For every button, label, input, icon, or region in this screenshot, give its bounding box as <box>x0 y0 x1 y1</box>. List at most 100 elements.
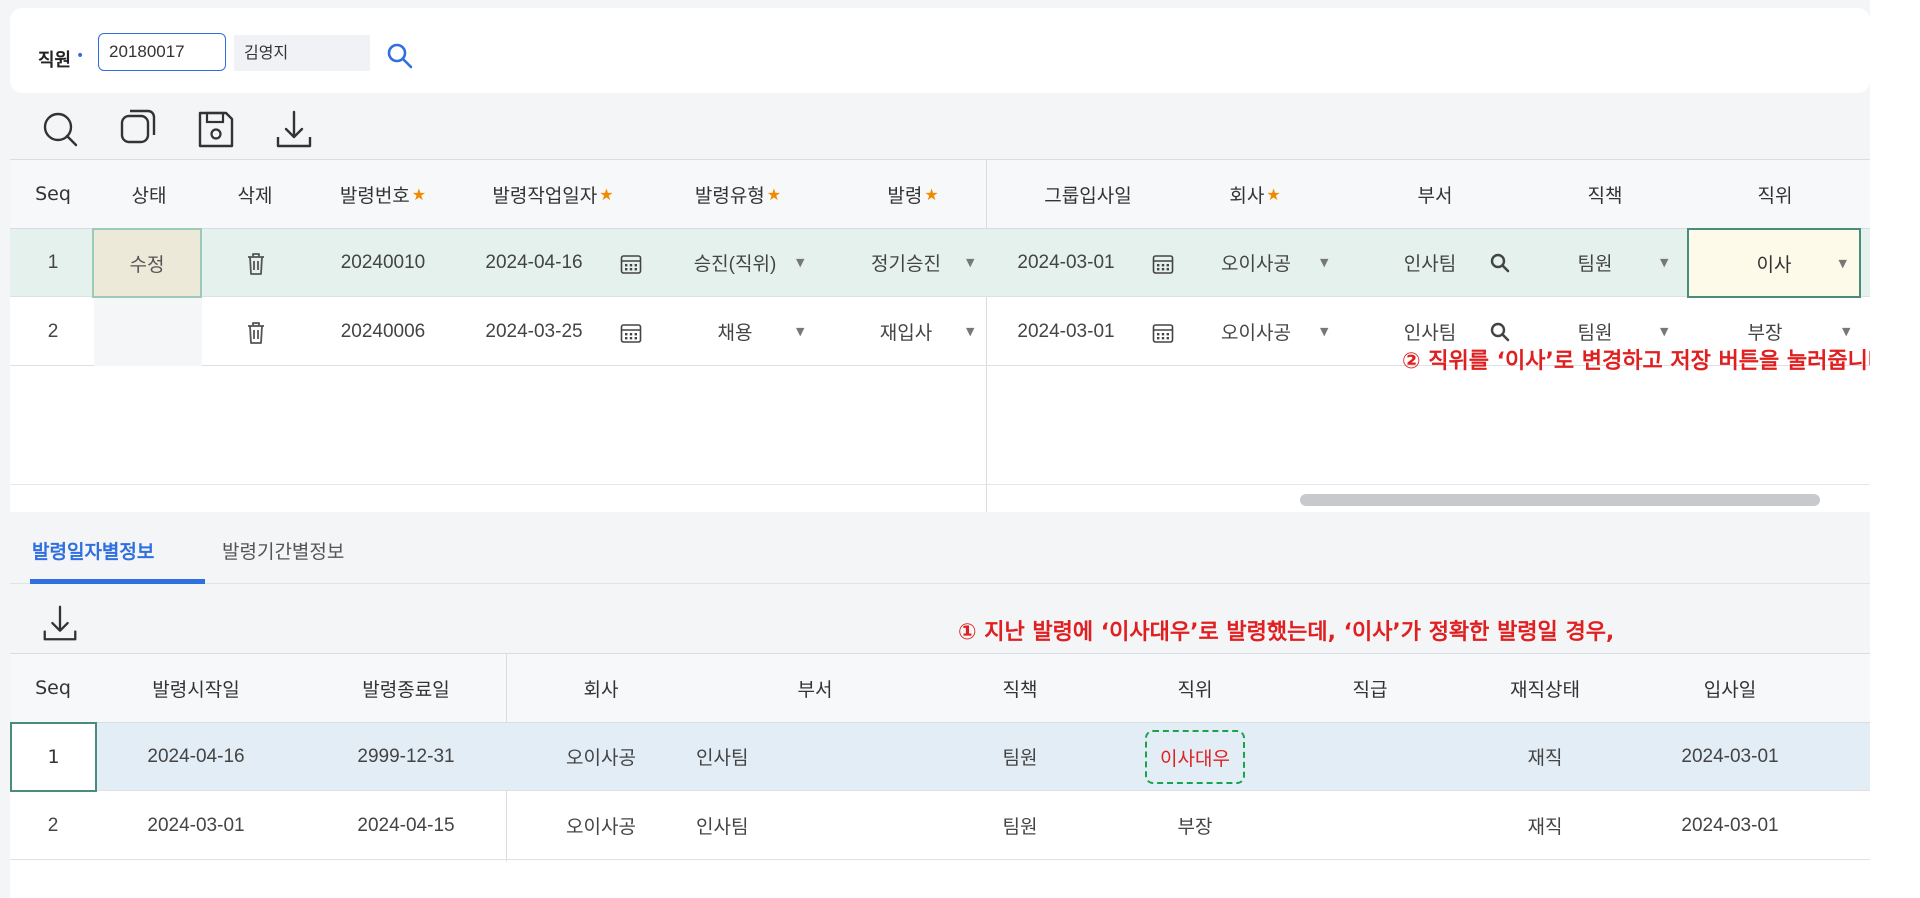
highlighted-position-cell[interactable]: 이사대우 <box>1145 730 1245 784</box>
cell-order[interactable]: 재입사 <box>846 298 966 365</box>
chevron-down-icon[interactable]: ▼ <box>796 256 804 269</box>
search-panel: 직원 • 20180017 김영지 <box>10 8 1870 93</box>
calendar-icon[interactable] <box>1152 253 1174 275</box>
cell-duty[interactable]: 팀원 <box>950 792 1090 859</box>
chevron-down-icon[interactable]: ▼ <box>1660 325 1668 338</box>
page-margin <box>1870 0 1920 898</box>
chevron-down-icon[interactable]: ▼ <box>1320 256 1328 269</box>
download-icon[interactable] <box>274 108 314 152</box>
cell-position[interactable]: 부장 <box>1125 792 1265 859</box>
cell-order-type[interactable]: 승진(직위) <box>670 229 800 296</box>
cell-seq: 2 <box>47 320 59 342</box>
main-content: 직원 • 20180017 김영지 Seq 상태 삭제 발령번호 ★ 발령작업일… <box>0 0 1870 898</box>
header-duty: 직책 <box>1587 184 1623 207</box>
cell-order-no[interactable]: 20240006 <box>308 298 458 365</box>
header-company: 회사 ★ <box>1229 184 1281 207</box>
chevron-down-icon[interactable]: ▼ <box>1660 256 1668 269</box>
cell-emp-status[interactable]: 재직 <box>1465 792 1625 859</box>
header-company: 회사 <box>583 678 619 701</box>
cell-seq: 2 <box>47 814 59 836</box>
cell-order-work-date[interactable]: 2024-04-16 <box>464 229 604 296</box>
cell-company[interactable]: 오이사공 <box>1196 298 1316 365</box>
cell-duty[interactable]: 팀원 <box>1540 229 1650 296</box>
header-dept: 부서 <box>797 678 833 701</box>
header-group-join-date: 그룹입사일 <box>1044 184 1132 207</box>
employee-name-field: 김영지 <box>234 35 370 71</box>
trash-icon[interactable] <box>246 252 266 276</box>
save-icon[interactable] <box>196 108 236 152</box>
cell-duty[interactable]: 팀원 <box>950 723 1090 790</box>
download-icon[interactable] <box>40 603 80 645</box>
cell-seq: 1 <box>47 251 59 273</box>
app-root: 직원 • 20180017 김영지 Seq 상태 삭제 발령번호 ★ 발령작업일… <box>0 0 1920 898</box>
annotation-step-2: ② 직위를 ‘이사’로 변경하고 저장 버튼을 눌러줍니다. <box>1402 349 1870 374</box>
cell-group-join-date[interactable]: 2024-03-01 <box>996 229 1136 296</box>
frozen-column-divider <box>986 484 987 512</box>
cell-seq-selected[interactable]: 1 <box>10 722 97 792</box>
header-dept: 부서 <box>1417 184 1453 207</box>
table-row[interactable]: 1 수정 20240010 2024-04-16 승진(직위) ▼ 정기승진 ▼… <box>10 228 1870 298</box>
cell-dept[interactable]: 인사팀 <box>696 723 856 790</box>
header-join-date: 입사일 <box>1703 678 1757 701</box>
chevron-down-icon[interactable]: ▼ <box>1839 257 1847 270</box>
horizontal-scrollbar-thumb[interactable] <box>1300 494 1820 506</box>
cell-end-date[interactable]: 2024-04-15 <box>306 792 506 859</box>
cell-group-join-date[interactable]: 2024-03-01 <box>996 298 1136 365</box>
cell-emp-status[interactable]: 재직 <box>1465 723 1625 790</box>
header-order: 발령 ★ <box>887 184 939 207</box>
header-order-work-date: 발령작업일자 ★ <box>492 184 614 207</box>
chevron-down-icon[interactable]: ▼ <box>796 325 804 338</box>
cell-order-work-date[interactable]: 2024-03-25 <box>464 298 604 365</box>
tab-order-by-period[interactable]: 발령기간별정보 <box>222 537 344 564</box>
order-history-grid: Seq 발령시작일 발령종료일 회사 부서 직책 직위 직급 재직상태 입사일 … <box>10 653 1870 898</box>
annotation-step-1: ① 지난 발령에 ‘이사대우’로 발령했는데, ‘이사’가 정확한 발령일 경우… <box>958 620 1615 645</box>
cell-status[interactable]: 수정 <box>92 228 202 298</box>
header-position: 직위 <box>1757 184 1793 207</box>
calendar-icon[interactable] <box>620 253 642 275</box>
employee-id-input[interactable]: 20180017 <box>98 33 226 71</box>
copy-icon[interactable] <box>118 108 158 152</box>
cell-end-date[interactable]: 2999-12-31 <box>306 723 506 790</box>
search-icon[interactable] <box>40 108 80 152</box>
search-icon[interactable] <box>1490 253 1510 273</box>
cell-grade[interactable] <box>1300 792 1440 859</box>
chevron-down-icon[interactable]: ▼ <box>1842 325 1850 338</box>
cell-order[interactable]: 정기승진 <box>846 229 966 296</box>
cell-position-selected[interactable]: 이사 ▼ <box>1687 228 1861 298</box>
chevron-down-icon[interactable]: ▼ <box>1320 325 1328 338</box>
search-icon[interactable] <box>386 42 414 70</box>
header-grade: 직급 <box>1352 678 1388 701</box>
table-row[interactable]: 2 2024-03-01 2024-04-15 오이사공 인사팀 팀원 부장 재… <box>10 792 1870 860</box>
header-seq: Seq <box>35 677 71 699</box>
calendar-icon[interactable] <box>1152 322 1174 344</box>
header-position: 직위 <box>1177 678 1213 701</box>
table-row[interactable]: 1 2024-04-16 2999-12-31 오이사공 인사팀 팀원 이사대우… <box>10 722 1870 792</box>
order-grid-header: Seq 상태 삭제 발령번호 ★ 발령작업일자 ★ 발령유형 ★ 발령 ★ 그룹입사일 … <box>10 160 1870 229</box>
header-seq: Seq <box>35 183 71 205</box>
cell-company[interactable]: 오이사공 <box>516 723 686 790</box>
header-emp-status: 재직상태 <box>1510 678 1580 701</box>
cell-join-date[interactable]: 2024-03-01 <box>1630 723 1830 790</box>
cell-company[interactable]: 오이사공 <box>516 792 686 859</box>
cell-order-no[interactable]: 20240010 <box>308 229 458 296</box>
chevron-down-icon[interactable]: ▼ <box>966 256 974 269</box>
trash-icon[interactable] <box>246 321 266 345</box>
chevron-down-icon[interactable]: ▼ <box>966 325 974 338</box>
order-grid: Seq 상태 삭제 발령번호 ★ 발령작업일자 ★ 발령유형 ★ 발령 ★ 그룹입사일 … <box>10 159 1870 512</box>
calendar-icon[interactable] <box>620 322 642 344</box>
required-mark: • <box>76 48 85 64</box>
cell-dept[interactable]: 인사팀 <box>1370 229 1490 296</box>
history-grid-header: Seq 발령시작일 발령종료일 회사 부서 직책 직위 직급 재직상태 입사일 <box>10 654 1870 723</box>
cell-join-date[interactable]: 2024-03-01 <box>1630 792 1830 859</box>
cell-start-date[interactable]: 2024-03-01 <box>96 792 296 859</box>
cell-start-date[interactable]: 2024-04-16 <box>96 723 296 790</box>
header-order-type: 발령유형 ★ <box>694 184 782 207</box>
cell-grade[interactable] <box>1300 723 1440 790</box>
cell-dept[interactable]: 인사팀 <box>696 792 856 859</box>
cell-status <box>94 298 202 366</box>
search-icon[interactable] <box>1490 322 1510 342</box>
tab-order-by-date[interactable]: 발령일자별정보 <box>32 537 154 564</box>
employee-label: 직원 <box>38 50 72 71</box>
cell-company[interactable]: 오이사공 <box>1196 229 1316 296</box>
cell-order-type[interactable]: 채용 <box>670 298 800 365</box>
